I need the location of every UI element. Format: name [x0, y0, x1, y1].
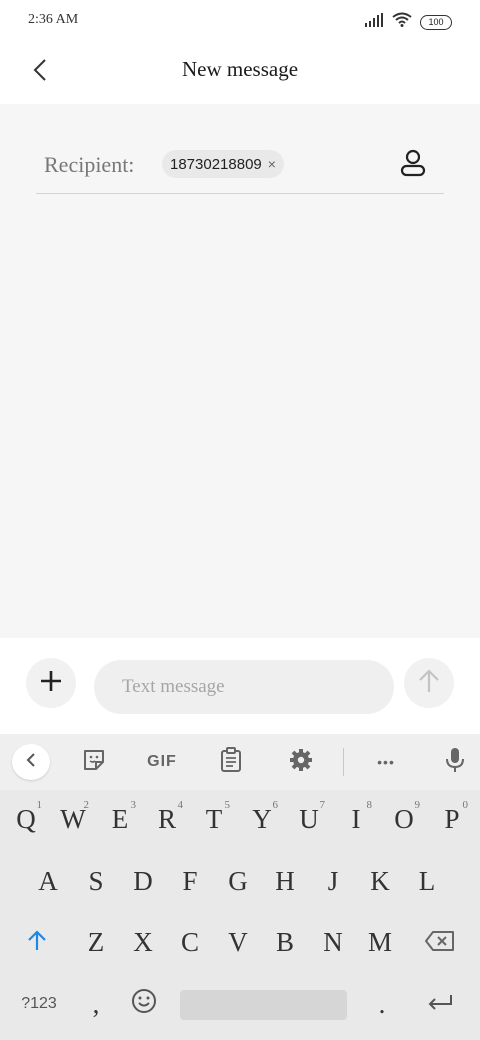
- gif-label: GIF: [147, 753, 177, 770]
- contact-icon: [398, 148, 428, 183]
- key-q[interactable]: Q1: [4, 791, 48, 847]
- voice-input-button[interactable]: [436, 744, 474, 780]
- key-p[interactable]: P0: [430, 791, 474, 847]
- contact-picker-button[interactable]: [396, 148, 430, 182]
- key-k[interactable]: K: [358, 853, 402, 909]
- key-label: P: [444, 803, 460, 834]
- key-hint: 9: [414, 799, 421, 811]
- key-hint: 3: [130, 799, 137, 811]
- recipient-row: Recipient: 18730218809 ×: [36, 138, 444, 194]
- key-b[interactable]: B: [263, 914, 307, 970]
- key-f[interactable]: F: [168, 853, 212, 909]
- battery-icon: 100: [420, 14, 452, 30]
- attach-button[interactable]: [26, 658, 76, 708]
- settings-button[interactable]: [282, 744, 320, 780]
- key-h[interactable]: H: [263, 853, 307, 909]
- signal-icon: [364, 12, 384, 32]
- key-r[interactable]: R4: [145, 791, 189, 847]
- collapse-keyboard-icon: [26, 752, 36, 773]
- key-hint: 5: [224, 799, 231, 811]
- message-input[interactable]: [94, 660, 394, 714]
- gear-icon: [289, 748, 313, 777]
- keyboard-toolbar: GIF •••: [0, 734, 480, 790]
- toolbar-divider: [343, 748, 344, 776]
- period-key[interactable]: .: [360, 976, 404, 1032]
- key-label: E: [111, 803, 129, 834]
- sticker-button[interactable]: [75, 744, 113, 780]
- emoji-key[interactable]: [122, 976, 166, 1032]
- key-a[interactable]: A: [26, 853, 70, 909]
- space-key[interactable]: [180, 990, 347, 1020]
- key-hint: 7: [319, 799, 326, 811]
- symbols-key[interactable]: ?123: [14, 976, 64, 1032]
- status-bar: 2:36 AM 100: [0, 0, 480, 40]
- key-hint: 4: [177, 799, 184, 811]
- key-i[interactable]: I8: [334, 791, 378, 847]
- send-arrow-icon: [418, 668, 440, 699]
- key-z[interactable]: Z: [74, 914, 118, 970]
- plus-icon: [40, 670, 62, 697]
- key-label: Y: [252, 803, 272, 834]
- key-hint: 1: [36, 799, 43, 811]
- key-hint: 8: [366, 799, 373, 811]
- shift-icon: [27, 927, 47, 958]
- key-e[interactable]: E3: [98, 791, 142, 847]
- shift-key[interactable]: [15, 914, 59, 970]
- status-icons: 100: [364, 12, 452, 32]
- backspace-key[interactable]: [418, 914, 462, 970]
- key-v[interactable]: V: [216, 914, 260, 970]
- key-n[interactable]: N: [311, 914, 355, 970]
- sticker-icon: [82, 748, 106, 777]
- key-label: T: [205, 803, 223, 834]
- key-hint: 0: [462, 799, 469, 811]
- key-d[interactable]: D: [121, 853, 165, 909]
- key-label: I: [351, 803, 361, 834]
- key-hint: 2: [83, 799, 90, 811]
- app-bar: New message: [0, 40, 480, 104]
- emoji-icon: [131, 988, 157, 1021]
- key-w[interactable]: W2: [51, 791, 95, 847]
- key-t[interactable]: T5: [192, 791, 236, 847]
- key-c[interactable]: C: [168, 914, 212, 970]
- clipboard-button[interactable]: [212, 744, 250, 780]
- recipient-label: Recipient:: [44, 152, 135, 177]
- comma-key[interactable]: ,: [74, 976, 118, 1032]
- clipboard-icon: [220, 746, 242, 778]
- wifi-icon: [392, 12, 412, 32]
- recipient-chip-number: 18730218809: [170, 155, 262, 173]
- key-g[interactable]: G: [216, 853, 260, 909]
- key-m[interactable]: M: [358, 914, 402, 970]
- key-label: O: [394, 803, 414, 834]
- compose-area: Recipient: 18730218809 ×: [0, 104, 480, 638]
- collapse-keyboard-button[interactable]: [12, 744, 50, 780]
- key-u[interactable]: U7: [287, 791, 331, 847]
- key-j[interactable]: J: [311, 853, 355, 909]
- keyboard: G I F ••• Q 1 W 2 E 3 R 4 T 5 Y 6 U 7 I 8 …: [0, 734, 480, 1040]
- mic-icon: [445, 747, 465, 778]
- more-button[interactable]: •••: [367, 744, 405, 780]
- key-label: Q: [16, 803, 36, 834]
- key-label: R: [157, 803, 176, 834]
- send-button[interactable]: [404, 658, 454, 708]
- gif-button[interactable]: GIF: [140, 744, 184, 780]
- key-l[interactable]: L: [405, 853, 449, 909]
- key-label: U: [299, 803, 319, 834]
- key-label: W: [60, 803, 86, 834]
- status-time: 2:36 AM: [28, 12, 79, 27]
- enter-icon: [427, 989, 453, 1020]
- key-x[interactable]: X: [121, 914, 165, 970]
- remove-recipient-button[interactable]: ×: [268, 156, 276, 172]
- key-o[interactable]: O9: [382, 791, 426, 847]
- key-y[interactable]: Y6: [240, 791, 284, 847]
- key-hint: 6: [272, 799, 279, 811]
- key-s[interactable]: S: [74, 853, 118, 909]
- enter-key[interactable]: [418, 976, 462, 1032]
- more-icon: •••: [377, 754, 395, 770]
- recipient-chip[interactable]: 18730218809 ×: [162, 150, 284, 178]
- page-title: New message: [181, 57, 299, 81]
- backspace-icon: [425, 927, 455, 958]
- message-input-bar: [0, 638, 480, 734]
